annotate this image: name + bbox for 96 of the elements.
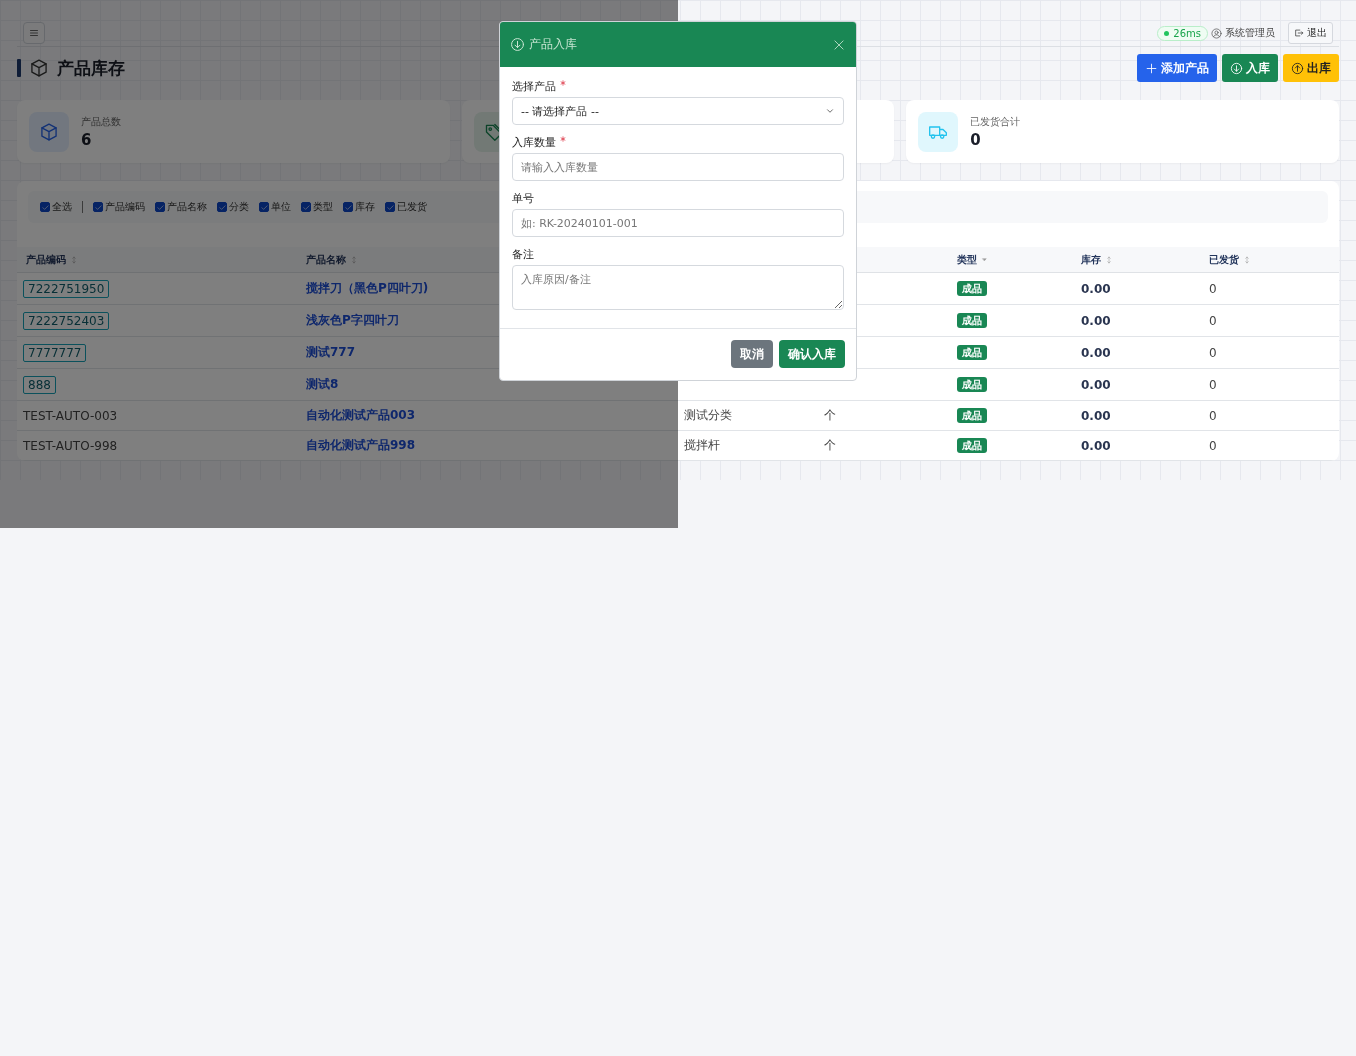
shipped-value: 0 (1209, 313, 1217, 328)
user-icon (1211, 27, 1222, 39)
add-product-button[interactable]: 添加产品 (1137, 54, 1217, 82)
category-text: 搅拌杆 (684, 438, 720, 452)
stat-label: 产品总数 (81, 114, 121, 129)
stock-value: 0.00 (1081, 345, 1111, 360)
cube-icon (29, 58, 49, 78)
shipped-value: 0 (1209, 281, 1217, 296)
type-badge: 成品 (957, 281, 987, 296)
shipped-value: 0 (1209, 345, 1217, 360)
product-name-link[interactable]: 浅灰色P字四叶刀 (306, 313, 399, 327)
stat-label: 已发货合计 (970, 114, 1021, 129)
product-name-link[interactable]: 搅拌刀（黑色P四叶刀) (306, 281, 429, 295)
field-label: 备注 (512, 247, 534, 262)
chevron-down-icon (825, 106, 835, 116)
stock-value: 0.00 (1081, 438, 1111, 453)
sort-icon (1105, 255, 1113, 264)
column-header[interactable]: 库存 (1081, 252, 1101, 267)
column-header[interactable]: 类型 (957, 252, 977, 267)
dialog-title: 产品入库 (529, 36, 577, 53)
check-icon (155, 202, 165, 212)
stat-value: 0 (970, 130, 982, 149)
logout-icon (1294, 28, 1304, 38)
arrow-up-circle-icon (1291, 61, 1304, 75)
field-label: 单号 (512, 191, 534, 206)
check-icon (93, 202, 103, 212)
check-icon (301, 202, 311, 212)
check-icon (40, 202, 50, 212)
product-code: TEST-AUTO-998 (23, 438, 118, 453)
stock-value: 0.00 (1081, 377, 1111, 392)
input-field[interactable]: 如: RK-20240101-001 (512, 209, 844, 237)
column-checkbox[interactable]: 单位 (259, 200, 291, 214)
product-code-tag: 7222751950 (23, 279, 110, 298)
unit-text: 个 (824, 408, 836, 422)
sort-down-icon (981, 256, 988, 263)
close-button[interactable] (832, 37, 846, 52)
arrow-down-circle-icon (1230, 61, 1243, 75)
cancel-button[interactable]: 取消 (731, 340, 773, 368)
note-field[interactable]: 入库原因/备注 (512, 265, 844, 310)
check-icon (217, 202, 227, 212)
title-accent-bar (17, 59, 21, 77)
input-field[interactable]: 请输入入库数量 (512, 153, 844, 181)
confirm-button[interactable]: 确认入库 (779, 340, 845, 368)
stat-value: 6 (81, 130, 93, 149)
column-checkbox[interactable]: 类型 (301, 200, 333, 214)
sort-icon (70, 255, 78, 264)
column-checkbox[interactable]: 库存 (343, 200, 375, 214)
check-icon (385, 202, 395, 212)
type-badge: 成品 (957, 345, 987, 360)
column-header[interactable]: 产品编码 (26, 252, 66, 267)
product-code-tag: 7777777 (23, 343, 87, 362)
type-badge: 成品 (957, 438, 987, 453)
type-badge: 成品 (957, 313, 987, 328)
unit-text: 个 (824, 438, 836, 452)
check-icon (259, 202, 269, 212)
product-select[interactable]: -- 请选择产品 -- (512, 97, 844, 125)
latency-badge: 26ms (1157, 25, 1208, 41)
arrow-down-circle-icon (510, 37, 525, 52)
category-text: 测试分类 (684, 408, 732, 422)
stock-value: 0.00 (1081, 408, 1111, 423)
field-label: 入库数量 (512, 135, 556, 150)
menu-icon (28, 27, 40, 39)
check-icon (343, 202, 353, 212)
column-checkbox[interactable]: 产品名称 (155, 200, 207, 214)
stock-value: 0.00 (1081, 281, 1111, 296)
product-name-link[interactable]: 测试777 (306, 345, 356, 359)
product-name-link[interactable]: 测试8 (306, 377, 339, 391)
menu-button[interactable] (23, 22, 45, 44)
sort-icon (1243, 255, 1251, 264)
shipped-value: 0 (1209, 408, 1217, 423)
logout-button[interactable]: 退出 (1288, 22, 1333, 44)
column-checkbox[interactable]: 分类 (217, 200, 249, 214)
shipped-value: 0 (1209, 438, 1217, 453)
plus-icon (1145, 61, 1158, 75)
shipped-value: 0 (1209, 377, 1217, 392)
stock-out-button[interactable]: 出库 (1283, 54, 1339, 82)
cube-icon (39, 121, 59, 142)
stock-in-button[interactable]: 入库 (1222, 54, 1278, 82)
column-checkbox[interactable]: 产品编码 (93, 200, 145, 214)
column-checkbox[interactable]: 已发货 (385, 200, 427, 214)
column-header[interactable]: 已发货 (1209, 252, 1239, 267)
product-name-link[interactable]: 自动化测试产品003 (306, 408, 416, 422)
user-name: 系统管理员 (1225, 26, 1275, 40)
field-label: 选择产品 (512, 79, 556, 94)
product-code-tag: 7222752403 (23, 311, 110, 330)
product-code: TEST-AUTO-003 (23, 408, 118, 423)
column-checkbox[interactable]: 全选 (40, 200, 72, 214)
product-code-tag: 888 (23, 375, 56, 394)
stock-value: 0.00 (1081, 313, 1111, 328)
sort-icon (350, 255, 358, 264)
type-badge: 成品 (957, 408, 987, 423)
page-title: 产品库存 (57, 56, 125, 80)
type-badge: 成品 (957, 377, 987, 392)
product-name-link[interactable]: 自动化测试产品998 (306, 438, 416, 452)
close-icon (832, 37, 846, 52)
column-header[interactable]: 产品名称 (306, 252, 346, 267)
